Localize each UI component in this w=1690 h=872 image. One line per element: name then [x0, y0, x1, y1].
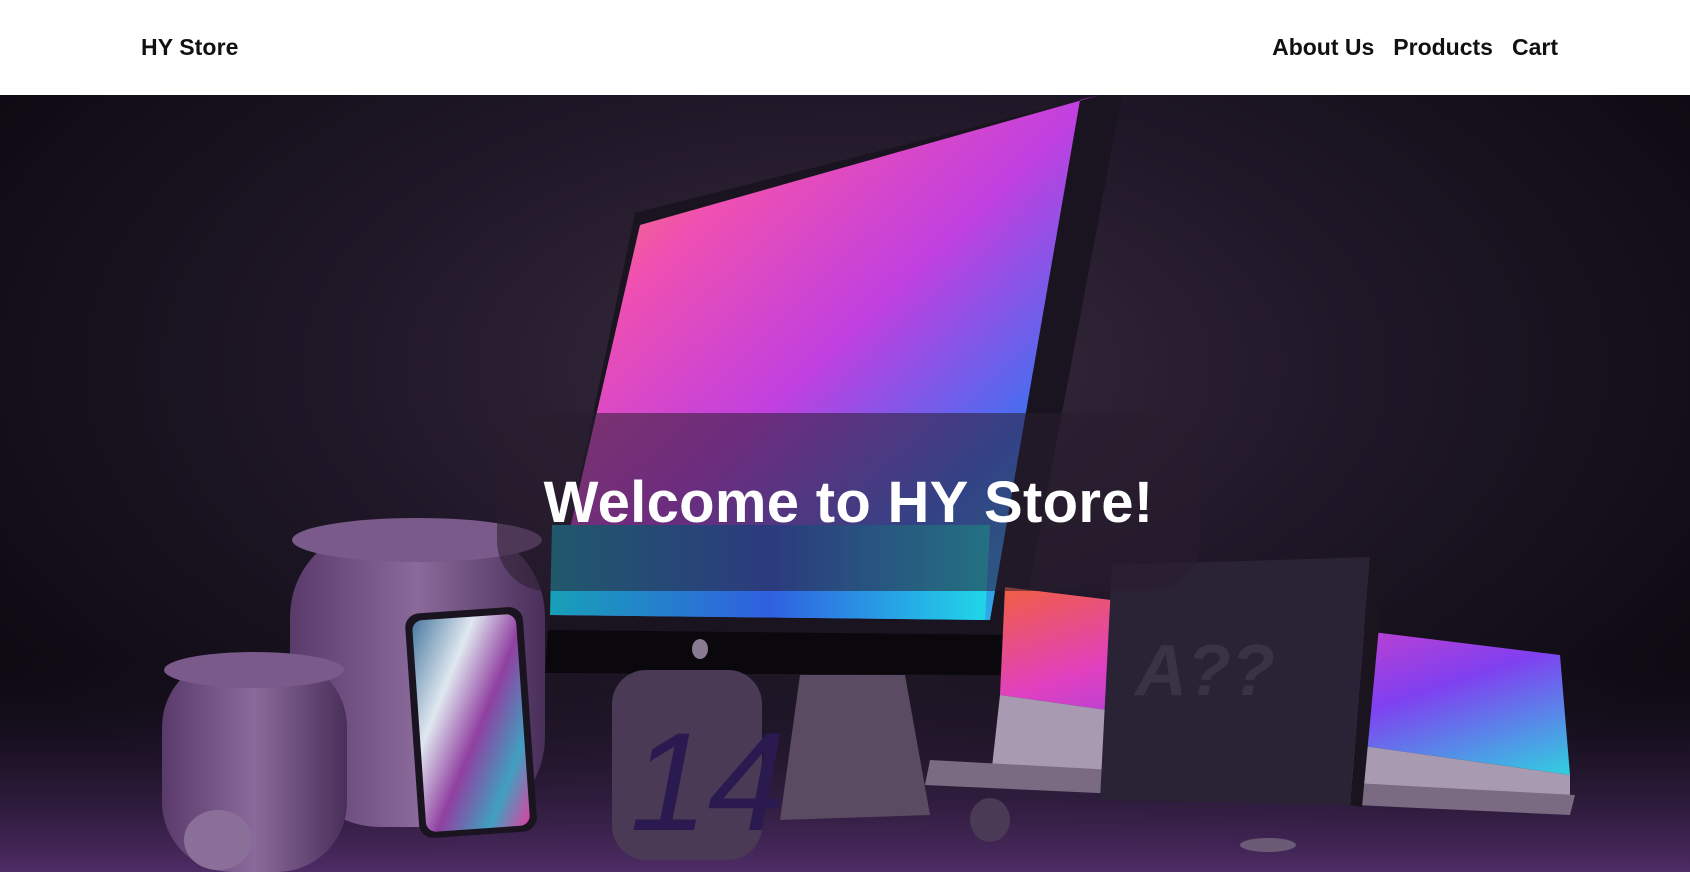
hero-banner: A?? 14 Welcome to HY Store!	[0, 95, 1690, 872]
nav-link-products[interactable]: Products	[1393, 34, 1493, 61]
nav-link-cart[interactable]: Cart	[1512, 34, 1558, 61]
svg-text:14: 14	[630, 703, 786, 860]
top-navbar: HY Store About Us Products Cart	[0, 0, 1690, 95]
brand-logo-link[interactable]: HY Store	[141, 34, 239, 61]
svg-text:A??: A??	[1133, 631, 1275, 711]
welcome-overlay: Welcome to HY Store!	[497, 413, 1200, 591]
welcome-title: Welcome to HY Store!	[543, 469, 1154, 535]
nav-links: About Us Products Cart	[1272, 34, 1558, 61]
nav-link-about-us[interactable]: About Us	[1272, 34, 1374, 61]
